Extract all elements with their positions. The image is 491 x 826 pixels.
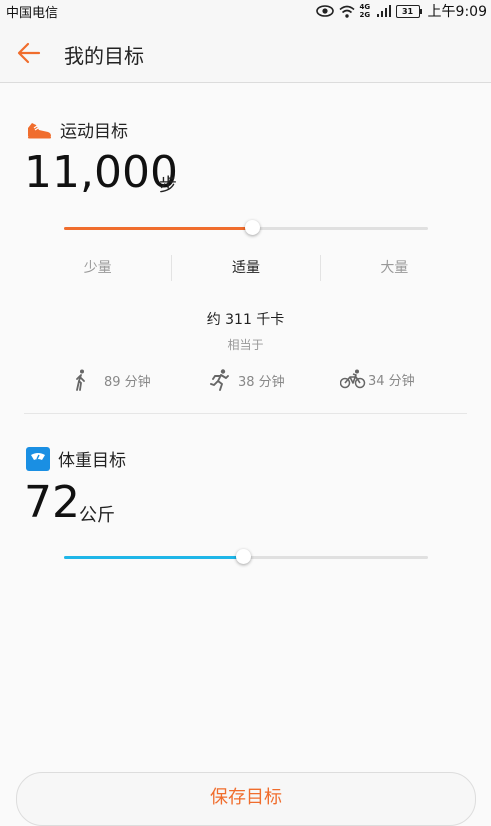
level-option-medium[interactable]: 适量 bbox=[172, 255, 319, 281]
running-icon bbox=[210, 369, 229, 391]
steps-slider-thumb[interactable] bbox=[245, 220, 261, 235]
activity-walking: 89 分钟 bbox=[74, 369, 151, 391]
steps-goal-label: 运动目标 bbox=[60, 122, 128, 142]
wifi-icon bbox=[339, 5, 355, 18]
scale-icon bbox=[26, 446, 50, 471]
activity-running: 38 分钟 bbox=[210, 369, 285, 391]
goal-content: 运动目标 11,000 步 少量 适量 大量 约 311 千卡 相当于 89 分… bbox=[0, 83, 491, 826]
arrow-left-icon bbox=[17, 42, 41, 64]
steps-goal-header: 运动目标 bbox=[26, 117, 128, 142]
status-bar: 中国电信 4G 2G 31 上午9:09 bbox=[0, 0, 491, 22]
status-icons: 4G 2G 31 上午9:09 bbox=[315, 1, 487, 21]
steps-goal-unit: 步 bbox=[159, 175, 177, 196]
level-option-low[interactable]: 少量 bbox=[24, 255, 171, 281]
weight-goal-unit: 公斤 bbox=[79, 505, 115, 526]
signal-icon bbox=[376, 5, 391, 17]
weight-slider-fill bbox=[64, 556, 245, 559]
battery-icon: 31 bbox=[395, 4, 422, 18]
weight-slider-thumb[interactable] bbox=[236, 549, 252, 564]
network-type-label: 4G 2G bbox=[359, 3, 371, 19]
calorie-estimate: 约 311 千卡 bbox=[206, 312, 285, 328]
walking-icon bbox=[76, 369, 85, 391]
status-time: 上午9:09 bbox=[427, 4, 487, 20]
steps-slider-fill bbox=[64, 227, 254, 230]
walking-duration: 89 分钟 bbox=[104, 374, 151, 390]
weight-goal-label: 体重目标 bbox=[58, 451, 126, 471]
steps-goal-value: 11,000 bbox=[24, 147, 178, 198]
section-divider bbox=[24, 413, 467, 414]
cycling-icon bbox=[340, 369, 366, 389]
page-title: 我的目标 bbox=[64, 44, 144, 68]
eye-comfort-icon bbox=[315, 5, 334, 17]
equivalent-label: 相当于 bbox=[227, 338, 264, 352]
app-bar: 我的目标 bbox=[0, 22, 491, 83]
steps-goal-slider[interactable] bbox=[64, 219, 428, 239]
weight-goal-header: 体重目标 bbox=[26, 446, 126, 471]
activity-cycling: 34 分钟 bbox=[340, 369, 415, 389]
weight-goal-slider[interactable] bbox=[64, 548, 428, 568]
back-button[interactable] bbox=[14, 38, 44, 68]
sneaker-icon bbox=[28, 122, 51, 138]
weight-goal-value: 72 bbox=[24, 477, 80, 528]
activity-level-selector: 少量 适量 大量 bbox=[24, 255, 468, 281]
running-duration: 38 分钟 bbox=[238, 374, 285, 390]
level-option-high[interactable]: 大量 bbox=[321, 255, 468, 281]
cycling-duration: 34 分钟 bbox=[368, 373, 415, 389]
carrier-name: 中国电信 bbox=[6, 6, 59, 21]
